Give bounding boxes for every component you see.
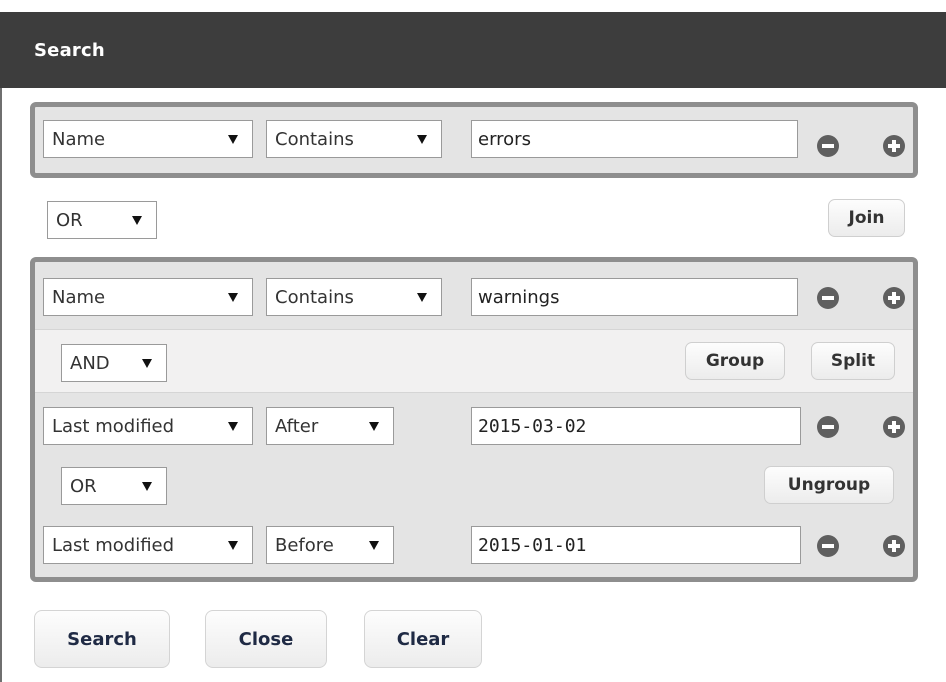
subgroup-connector-select[interactable]: AND — [61, 344, 167, 382]
ungroup-button[interactable]: Ungroup — [764, 466, 894, 504]
plus-circle-icon[interactable] — [883, 535, 905, 557]
join-button[interactable]: Join — [828, 199, 905, 237]
group-button[interactable]: Group — [685, 342, 785, 380]
dropdown-arrow-icon — [417, 292, 427, 302]
operator-select-value: After — [275, 415, 319, 437]
field-select[interactable]: Last modified — [43, 407, 253, 445]
inner-connector-value: OR — [70, 475, 97, 497]
operator-select-value: Before — [275, 534, 334, 556]
close-button[interactable]: Close — [205, 610, 327, 668]
dialog-title: Search — [34, 40, 105, 61]
operator-select-value: Contains — [275, 128, 354, 150]
operator-select[interactable]: Contains — [266, 278, 442, 316]
field-select[interactable]: Name — [43, 120, 253, 158]
operator-select-value: Contains — [275, 286, 354, 308]
value-input[interactable] — [471, 278, 798, 316]
dropdown-arrow-icon — [132, 215, 142, 225]
field-select[interactable]: Last modified — [43, 526, 253, 564]
value-input[interactable] — [471, 120, 798, 158]
dropdown-arrow-icon — [228, 540, 238, 550]
dropdown-arrow-icon — [228, 421, 238, 431]
minus-circle-icon[interactable] — [817, 135, 839, 157]
plus-circle-icon[interactable] — [883, 135, 905, 157]
operator-select[interactable]: After — [266, 407, 394, 445]
split-button[interactable]: Split — [811, 342, 895, 380]
dropdown-arrow-icon — [228, 134, 238, 144]
plus-circle-icon[interactable] — [883, 287, 905, 309]
minus-circle-icon[interactable] — [817, 287, 839, 309]
field-select-value: Last modified — [52, 534, 175, 556]
group-connector-select[interactable]: OR — [47, 201, 157, 239]
plus-circle-icon[interactable] — [883, 416, 905, 438]
clear-button[interactable]: Clear — [364, 610, 482, 668]
minus-circle-icon[interactable] — [817, 535, 839, 557]
subgroup-connector-value: AND — [70, 352, 110, 374]
dropdown-arrow-icon — [142, 481, 152, 491]
field-select-value: Name — [52, 128, 106, 150]
value-input[interactable] — [471, 407, 801, 445]
dialog-left-border — [0, 88, 2, 682]
inner-connector-select[interactable]: OR — [61, 467, 167, 505]
value-input[interactable] — [471, 526, 801, 564]
group-connector-value: OR — [56, 209, 83, 231]
operator-select[interactable]: Before — [266, 526, 394, 564]
operator-select[interactable]: Contains — [266, 120, 442, 158]
dropdown-arrow-icon — [369, 540, 379, 550]
field-select-value: Last modified — [52, 415, 175, 437]
dropdown-arrow-icon — [417, 134, 427, 144]
dialog-titlebar — [0, 0, 946, 88]
search-button[interactable]: Search — [34, 610, 170, 668]
dropdown-arrow-icon — [228, 292, 238, 302]
field-select-value: Name — [52, 286, 106, 308]
dropdown-arrow-icon — [142, 358, 152, 368]
field-select[interactable]: Name — [43, 278, 253, 316]
dropdown-arrow-icon — [369, 421, 379, 431]
minus-circle-icon[interactable] — [817, 416, 839, 438]
